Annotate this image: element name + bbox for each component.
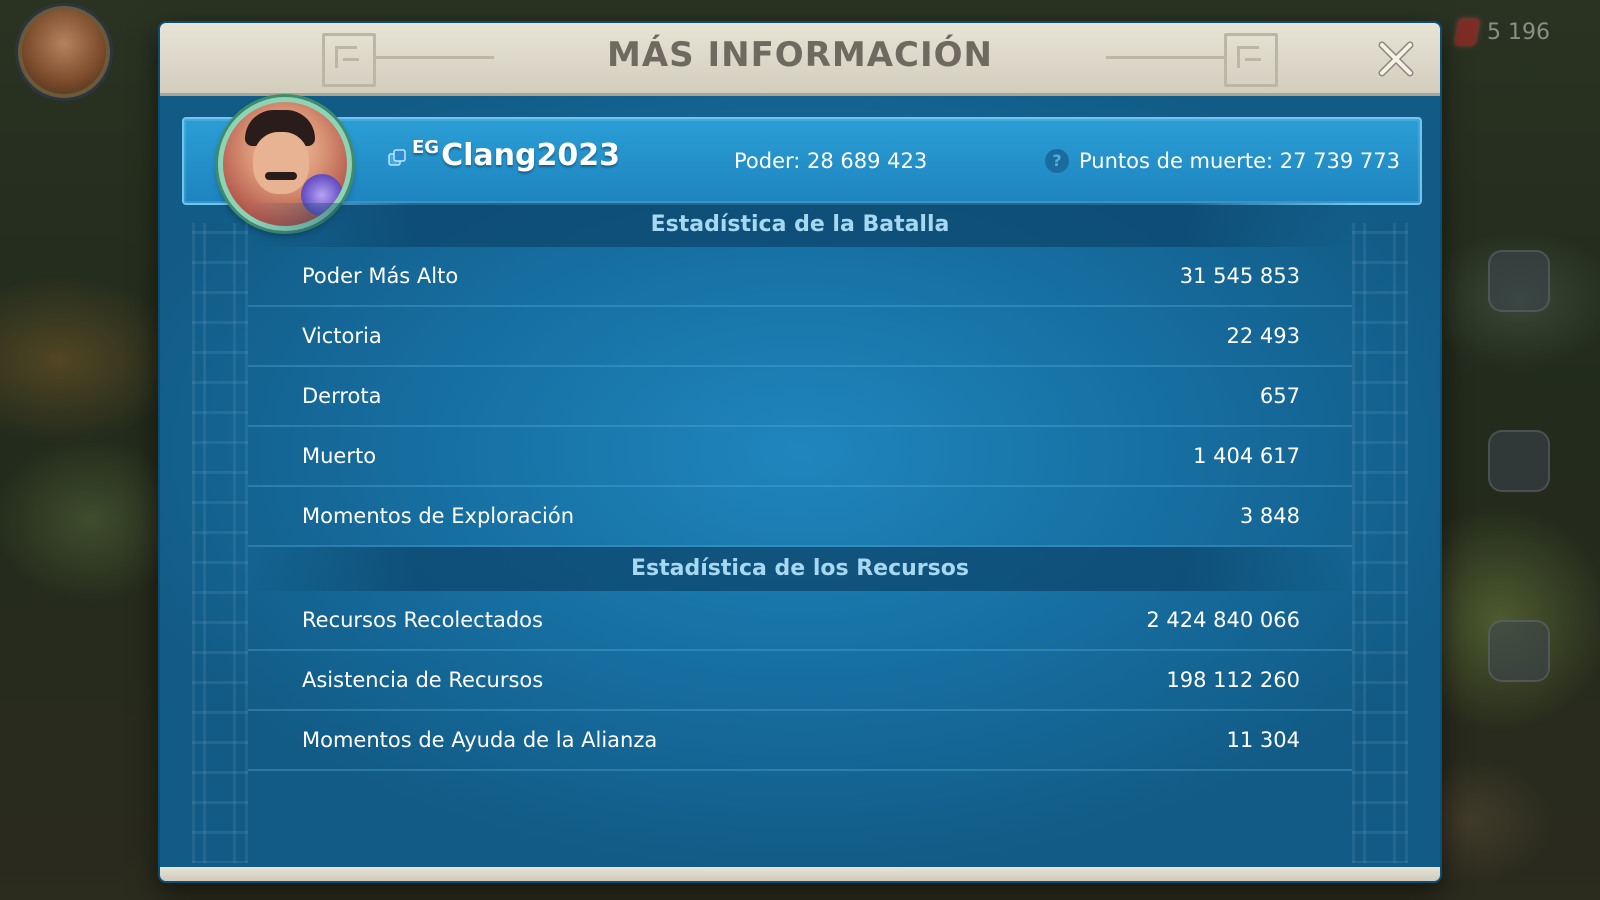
dialog-title: MÁS INFORMACIÓN	[607, 35, 993, 75]
player-name: EGClang2023	[412, 137, 620, 173]
greek-key-border-left	[192, 223, 248, 863]
vip-badge-icon	[388, 149, 406, 166]
stat-label: Victoria	[302, 324, 382, 348]
portrait-face	[253, 132, 309, 194]
battle-stats-header: Estadística de la Batalla	[248, 203, 1352, 247]
greek-key-border-right	[1352, 223, 1408, 863]
gems-counter[interactable]: 5 196	[1454, 16, 1550, 48]
stat-row-dead: Muerto 1 404 617	[248, 427, 1352, 487]
gem-icon	[1454, 19, 1480, 45]
stat-value: 3 848	[1239, 504, 1300, 528]
death-points-text: Puntos de muerte: 27 739 773	[1079, 149, 1400, 173]
stat-row-defeat: Derrota 657	[248, 367, 1352, 427]
gems-value: 5 196	[1487, 19, 1550, 45]
stat-value: 11 304	[1226, 728, 1300, 752]
stat-value: 198 112 260	[1166, 668, 1300, 692]
dialog-bottom-frame	[160, 867, 1440, 881]
player-name-text: Clang2023	[441, 138, 620, 173]
stat-row-highest-power: Poder Más Alto 31 545 853	[248, 247, 1352, 307]
portrait-mustache	[265, 172, 297, 180]
stat-label: Muerto	[302, 444, 377, 468]
stat-row-resource-assistance: Asistencia de Recursos 198 112 260	[248, 651, 1352, 711]
side-button-stone[interactable]	[1488, 250, 1550, 312]
stat-value: 2 424 840 066	[1146, 608, 1300, 632]
stat-label: Momentos de Ayuda de la Alianza	[302, 728, 658, 752]
stat-label: Recursos Recolectados	[302, 608, 543, 632]
stat-value: 657	[1259, 384, 1300, 408]
question-icon[interactable]: ?	[1045, 149, 1069, 173]
death-points: ? Puntos de muerte: 27 739 773	[1045, 149, 1400, 173]
stat-value: 1 404 617	[1193, 444, 1300, 468]
alliance-tag: EG	[412, 137, 440, 158]
stat-row-alliance-help: Momentos de Ayuda de la Alianza 11 304	[248, 711, 1352, 771]
stat-value: 22 493	[1226, 324, 1300, 348]
stat-row-resources-gathered: Recursos Recolectados 2 424 840 066	[248, 591, 1352, 651]
close-icon	[1378, 41, 1414, 77]
player-summary-bar: EGClang2023 Poder: 28 689 423 ? Puntos d…	[182, 117, 1422, 205]
stat-label: Poder Más Alto	[302, 264, 459, 288]
stat-value: 31 545 853	[1179, 264, 1300, 288]
player-avatar-hud[interactable]	[18, 6, 110, 98]
more-info-dialog: MÁS INFORMACIÓN EGClang2023 Poder: 28 68…	[160, 23, 1440, 881]
title-bar: MÁS INFORMACIÓN	[160, 23, 1440, 96]
stat-row-victory: Victoria 22 493	[248, 307, 1352, 367]
stat-label: Derrota	[302, 384, 382, 408]
stat-label: Asistencia de Recursos	[302, 668, 544, 692]
side-button-food[interactable]	[1488, 620, 1550, 682]
close-button[interactable]	[1374, 37, 1418, 81]
side-button-wood[interactable]	[1488, 430, 1550, 492]
stat-label: Momentos de Exploración	[302, 504, 575, 528]
stat-row-scout-times: Momentos de Exploración 3 848	[248, 487, 1352, 547]
player-power: Poder: 28 689 423	[734, 149, 928, 173]
resource-stats-header: Estadística de los Recursos	[248, 547, 1352, 591]
